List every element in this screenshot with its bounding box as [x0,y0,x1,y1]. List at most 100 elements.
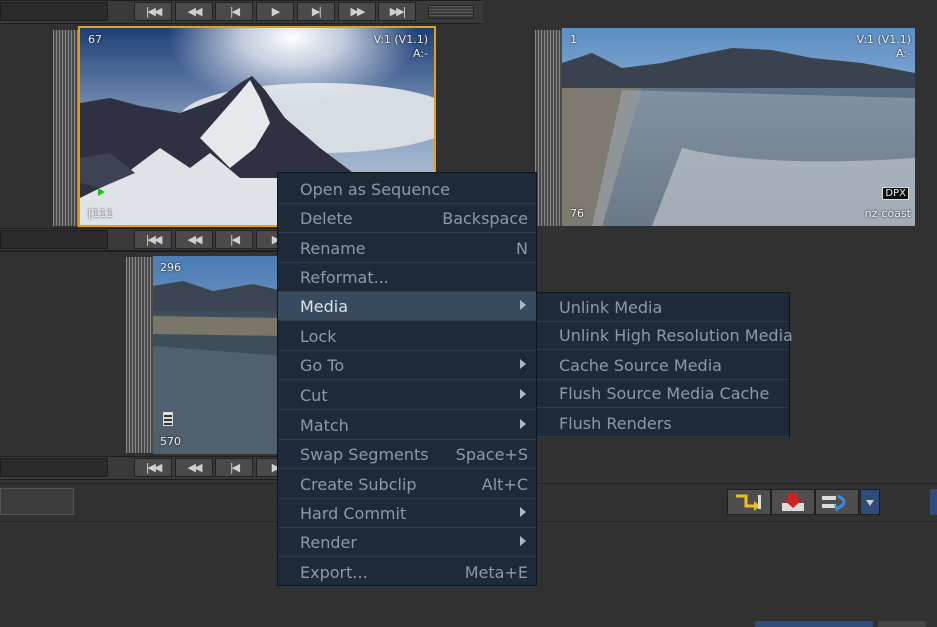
coast-image [562,28,915,226]
clip-stack-edge [126,257,154,453]
step-back-button[interactable]: |◀ [215,230,253,249]
clip-frame-count: 296 [160,261,181,274]
menu-item-lock[interactable]: Lock [278,322,536,351]
status-strip [755,621,873,627]
format-badge: DPX [882,187,909,200]
replace-edit-button[interactable] [815,489,859,515]
submenu-arrow-icon [520,359,526,369]
menu-item-label: Match [300,416,349,435]
clip-timecode: 570 [160,435,181,448]
menu-item-label: Lock [300,327,337,346]
menu-item-delete[interactable]: Delete Backspace [278,204,536,233]
menu-item-label: Hard Commit [300,504,407,523]
menu-item-hard-commit[interactable]: Hard Commit [278,499,536,528]
menu-item-cut[interactable]: Cut [278,381,536,410]
overwrite-edit-button[interactable] [771,489,815,515]
fast-forward-button[interactable]: ▶▶ [338,2,376,21]
menu-item-rename[interactable]: Rename N [278,234,536,263]
step-back-button[interactable]: |◀ [215,458,253,477]
insert-edit-button[interactable] [727,489,771,515]
go-to-start-button[interactable]: |◀◀ [134,230,172,249]
menu-item-render[interactable]: Render [278,528,536,557]
insert-edit-icon [736,494,761,511]
dropdown-arrow-icon [866,500,874,506]
submenu-item-unlink-media[interactable]: Unlink Media [537,293,789,322]
clip-version: V:1 (V1.1) [856,33,911,46]
menu-item-go-to[interactable]: Go To [278,351,536,380]
clip-timecode: [111 [88,207,114,220]
submenu-item-label: Flush Source Media Cache [559,384,770,403]
clip-audio: A:- [895,47,911,60]
playhead-marker-icon [98,188,105,196]
top-transport-bar: |◀◀ ◀◀ |◀ ▶ ▶| ▶▶ ▶▶| [0,0,483,24]
panel-edge [930,489,937,515]
menu-item-label: Render [300,533,357,552]
submenu-arrow-icon [520,419,526,429]
timecode-field[interactable] [0,230,108,249]
timecode-field[interactable] [0,2,108,21]
play-button[interactable]: ▶ [256,2,294,21]
clip-stack-edge [535,30,563,226]
submenu-item-label: Unlink High Resolution Media [559,326,793,345]
menu-item-open-as-sequence[interactable]: Open as Sequence [278,175,536,204]
step-back-button[interactable]: |◀ [215,2,253,21]
menu-item-label: Delete [300,209,353,228]
bottom-input-field[interactable] [0,488,74,515]
menu-item-swap-segments[interactable]: Swap Segments Space+S [278,440,536,469]
context-menu: Open as Sequence Delete Backspace Rename N Re… [277,172,537,587]
submenu-item-flush-source-media-cache[interactable]: Flush Source Media Cache [537,379,789,408]
menu-item-label: Open as Sequence [300,180,450,199]
overwrite-edit-icon [782,493,804,511]
menu-item-label: Rename [300,239,366,258]
clip-frame-count: 1 [570,33,577,46]
clip-frame-count: 67 [88,33,102,46]
submenu-arrow-icon [520,507,526,517]
menu-item-label: Cut [300,386,328,405]
media-submenu: Unlink Media Unlink High Resolution Media… [536,292,793,437]
submenu-item-label: Unlink Media [559,298,663,317]
rewind-button[interactable]: ◀◀ [175,230,213,249]
edit-mode-dropdown[interactable] [860,489,880,515]
menu-item-label: Export... [300,563,368,582]
menu-item-shortcut: Space+S [455,445,528,464]
menu-item-reformat[interactable]: Reformat... [278,263,536,292]
submenu-arrow-icon [520,300,526,310]
go-to-start-button[interactable]: |◀◀ [134,2,172,21]
clip-thumbnail-nz-coast[interactable]: 1 V:1 (V1.1) A:- DPX 76 nz-coast [562,28,915,226]
submenu-arrow-icon [520,536,526,546]
clip-audio: A:- [412,47,428,60]
menu-item-label: Create Subclip [300,475,417,494]
menu-item-export[interactable]: Export... Meta+E [278,558,536,587]
replace-edit-icon [822,494,846,512]
clip-name: nz-coast [864,207,911,220]
clip-timecode: 76 [570,207,584,220]
menu-item-shortcut: Meta+E [464,563,528,582]
submenu-item-cache-source-media[interactable]: Cache Source Media [537,351,789,380]
status-strip [878,621,926,627]
film-icon [163,412,173,426]
submenu-item-flush-renders[interactable]: Flush Renders [537,409,789,437]
menu-item-shortcut: N [516,239,528,258]
menu-item-create-subclip[interactable]: Create Subclip Alt+C [278,470,536,499]
clip-version: V:1 (V1.1) [373,33,428,46]
rewind-button[interactable]: ◀◀ [175,2,213,21]
submenu-item-label: Cache Source Media [559,356,722,375]
menu-item-label: Reformat... [300,268,389,287]
go-to-end-button[interactable]: ▶▶| [378,2,416,21]
menu-item-label: Media [300,297,349,316]
step-forward-button[interactable]: ▶| [297,2,335,21]
submenu-item-label: Flush Renders [559,414,672,433]
rewind-button[interactable]: ◀◀ [175,458,213,477]
timecode-field[interactable] [0,458,108,477]
menu-item-match[interactable]: Match [278,411,536,440]
menu-item-shortcut: Alt+C [481,475,528,494]
menu-item-label: Swap Segments [300,445,429,464]
drag-grip[interactable] [428,5,474,19]
menu-item-shortcut: Backspace [442,209,528,228]
menu-item-label: Go To [300,356,345,375]
submenu-arrow-icon [520,389,526,399]
clip-thumbnail-river[interactable]: 296 570 [153,256,283,454]
menu-item-media[interactable]: Media [278,292,536,321]
submenu-item-unlink-high-resolution-media[interactable]: Unlink High Resolution Media [537,321,793,350]
go-to-start-button[interactable]: |◀◀ [134,458,172,477]
